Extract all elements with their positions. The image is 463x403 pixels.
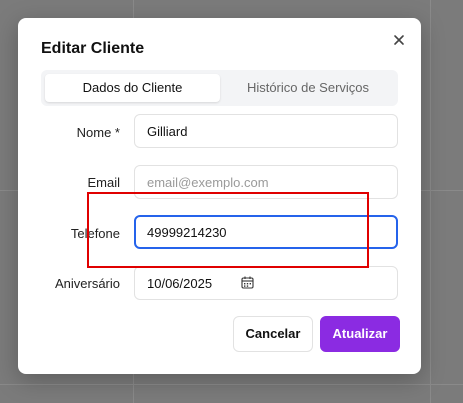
cancel-button[interactable]: Cancelar bbox=[233, 316, 313, 352]
nome-label: Nome * bbox=[76, 125, 120, 140]
background-divider bbox=[430, 0, 431, 403]
nome-input[interactable] bbox=[134, 114, 398, 148]
tab-dados-do-cliente[interactable]: Dados do Cliente bbox=[45, 74, 220, 102]
tab-historico-de-servicos[interactable]: Histórico de Serviços bbox=[222, 74, 394, 102]
edit-client-dialog: Editar Cliente Dados do Cliente Históric… bbox=[18, 18, 421, 374]
calendar-icon[interactable] bbox=[241, 276, 254, 289]
email-input[interactable] bbox=[134, 165, 398, 199]
close-icon[interactable] bbox=[391, 32, 407, 48]
email-label: Email bbox=[87, 175, 120, 190]
telefone-label: Telefone bbox=[70, 226, 120, 241]
update-button[interactable]: Atualizar bbox=[320, 316, 400, 352]
telefone-input[interactable] bbox=[134, 215, 398, 249]
tab-list: Dados do Cliente Histórico de Serviços bbox=[41, 70, 398, 106]
background-divider bbox=[0, 384, 463, 385]
aniversario-date-input[interactable]: 10/06/2025 bbox=[134, 266, 398, 300]
aniversario-value: 10/06/2025 bbox=[147, 276, 213, 291]
dialog-title: Editar Cliente bbox=[41, 40, 145, 57]
aniversario-label: Aniversário bbox=[54, 276, 120, 291]
